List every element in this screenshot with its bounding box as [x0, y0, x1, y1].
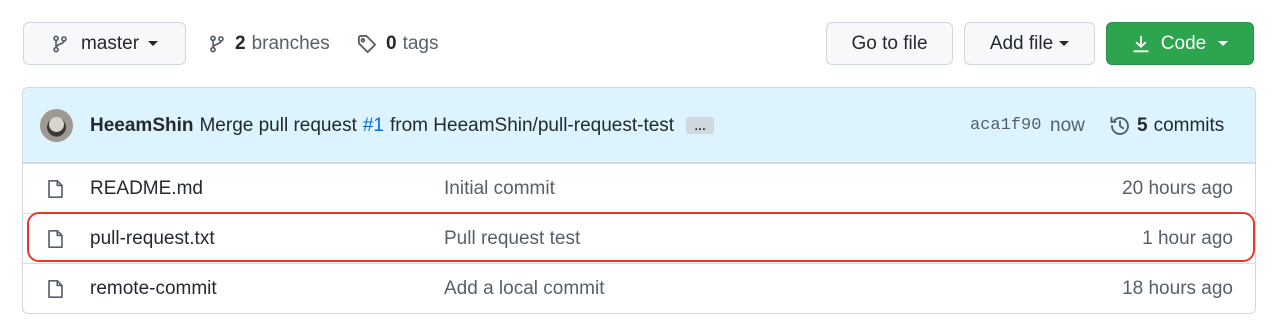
commit-sha[interactable]: aca1f90: [970, 88, 1041, 163]
pull-request-link[interactable]: #1: [363, 115, 384, 137]
commit-message-prefix[interactable]: Merge pull request: [199, 115, 356, 137]
code-button[interactable]: Code: [1106, 22, 1254, 65]
file-icon: [48, 229, 63, 249]
branches-count: 2: [235, 32, 246, 54]
file-age: 20 hours ago: [1122, 178, 1233, 199]
commit-author[interactable]: HeeamShin: [90, 115, 193, 137]
commits-link[interactable]: 5 commits: [1109, 88, 1224, 163]
file-icon: [48, 179, 63, 199]
git-branch-icon: [53, 35, 67, 52]
file-age: 1 hour ago: [1142, 228, 1233, 249]
branch-select-button[interactable]: master: [23, 22, 186, 65]
file-name[interactable]: remote-commit: [90, 264, 217, 313]
branch-name: master: [80, 32, 140, 54]
tags-label: tags: [402, 32, 439, 54]
download-icon: [1133, 35, 1149, 52]
chevron-down-icon: [148, 41, 159, 46]
add-file-label: Add file: [989, 32, 1054, 54]
chevron-down-icon: [1059, 41, 1070, 46]
file-row[interactable]: pull-request.txt Pull request test 1 hou…: [23, 213, 1255, 263]
commits-label: commits: [1153, 114, 1225, 136]
commits-count: 5: [1137, 114, 1148, 136]
file-icon: [48, 279, 63, 299]
file-name[interactable]: pull-request.txt: [90, 214, 215, 264]
commit-message-suffix[interactable]: from HeeamShin/pull-request-test: [390, 115, 674, 137]
git-branch-icon: [210, 35, 224, 52]
add-file-button[interactable]: Add file: [964, 22, 1095, 65]
branches-label: branches: [251, 32, 330, 54]
file-commit-message[interactable]: Initial commit: [444, 164, 555, 214]
file-row[interactable]: remote-commit Add a local commit 18 hour…: [23, 263, 1255, 313]
history-icon: [1110, 116, 1129, 135]
file-row[interactable]: README.md Initial commit 20 hours ago: [23, 163, 1255, 213]
file-commit-message[interactable]: Pull request test: [444, 214, 580, 264]
code-label: Code: [1160, 32, 1207, 54]
file-browser: HeeamShin Merge pull request #1 from Hee…: [22, 87, 1256, 314]
chevron-down-icon: [1218, 41, 1229, 46]
tag-icon: [357, 34, 377, 53]
expand-message-button[interactable]: …: [686, 117, 715, 134]
file-commit-message[interactable]: Add a local commit: [444, 264, 605, 313]
commit-time: now: [1050, 114, 1085, 136]
go-to-file-button[interactable]: Go to file: [826, 22, 953, 65]
avatar[interactable]: [40, 109, 73, 142]
branches-link[interactable]: 2 branches: [208, 22, 330, 65]
commit-message: HeeamShin Merge pull request #1 from Hee…: [90, 88, 715, 163]
tags-link[interactable]: 0 tags: [357, 22, 439, 65]
tags-count: 0: [386, 32, 397, 54]
file-age: 18 hours ago: [1122, 278, 1233, 299]
latest-commit-bar: HeeamShin Merge pull request #1 from Hee…: [23, 88, 1255, 163]
file-name[interactable]: README.md: [90, 164, 203, 214]
